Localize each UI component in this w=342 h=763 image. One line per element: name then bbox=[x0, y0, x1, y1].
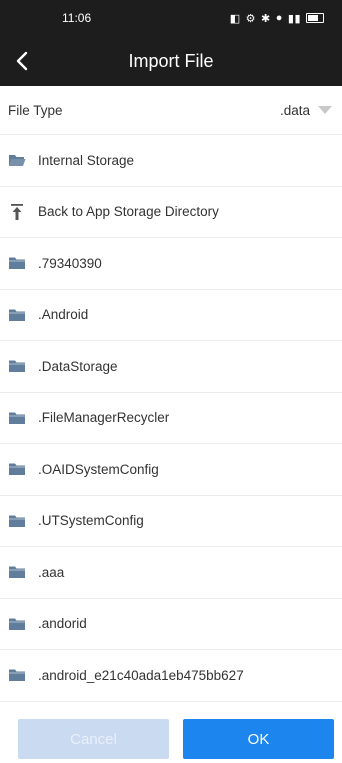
folder-list-item[interactable]: .79340390 bbox=[0, 238, 342, 290]
list-item-label: .OAIDSystemConfig bbox=[38, 461, 159, 477]
list-item-label: .DataStorage bbox=[38, 358, 118, 374]
folder-list-item[interactable]: .DataStorage bbox=[0, 341, 342, 393]
list-item-label: .UTSystemConfig bbox=[38, 513, 144, 529]
battery-icon bbox=[306, 13, 324, 23]
folder-icon bbox=[8, 359, 26, 373]
folder-list-item[interactable]: .OAIDSystemConfig bbox=[0, 444, 342, 496]
list-item-label: .79340390 bbox=[38, 255, 102, 271]
folder-open-icon bbox=[8, 153, 26, 167]
list-item-label: .aaa bbox=[38, 564, 65, 580]
arrow-up-to-top-icon bbox=[8, 203, 26, 220]
list-item-label: .andorid bbox=[38, 616, 87, 632]
folder-list-item[interactable]: .FileManagerRecycler bbox=[0, 393, 342, 444]
import-file-screen: 11:06 ◧ ⚙ ✱ ● ▮▮ Import File File Type .… bbox=[0, 0, 342, 763]
file-type-label: File Type bbox=[8, 102, 63, 118]
ok-button[interactable]: OK bbox=[183, 719, 334, 759]
folder-list-item[interactable]: .aaa bbox=[0, 547, 342, 599]
folder-list-item[interactable]: .UTSystemConfig bbox=[0, 496, 342, 547]
back-to-app-storage-item[interactable]: Back to App Storage Directory bbox=[0, 187, 342, 238]
page-title: Import File bbox=[128, 50, 214, 71]
file-type-row: File Type .data bbox=[0, 86, 342, 135]
folder-icon bbox=[8, 668, 26, 682]
cancel-button[interactable]: Cancel bbox=[18, 719, 169, 759]
settings-icon: ⚙ bbox=[245, 12, 257, 25]
folder-list-item[interactable]: Internal Storage bbox=[0, 135, 342, 187]
list-item-label: .Android bbox=[38, 307, 89, 323]
file-type-dropdown[interactable]: .data bbox=[280, 103, 332, 118]
back-arrow-icon bbox=[16, 51, 28, 71]
folder-list-item[interactable]: .Android bbox=[0, 290, 342, 341]
location-icon: ● bbox=[275, 12, 283, 24]
file-type-value: .data bbox=[279, 102, 310, 118]
folder-icon bbox=[8, 411, 26, 425]
folder-icon bbox=[8, 462, 26, 476]
status-time: 11:06 bbox=[62, 11, 92, 25]
folder-list-item[interactable]: .andorid bbox=[0, 599, 342, 650]
list-item-label: .android_e21c40ada1eb475bb627 bbox=[38, 667, 244, 683]
folder-icon bbox=[8, 514, 26, 528]
bluetooth-icon: ✱ bbox=[261, 12, 271, 25]
list-item-label: Internal Storage bbox=[38, 152, 135, 168]
status-icons: ◧ ⚙ ✱ ● ▮▮ bbox=[230, 12, 324, 25]
status-bar: 11:06 ◧ ⚙ ✱ ● ▮▮ bbox=[0, 0, 342, 36]
list-item-label: Back to App Storage Directory bbox=[38, 204, 219, 220]
list-item-label: .FileManagerRecycler bbox=[38, 410, 170, 426]
folder-icon bbox=[8, 617, 26, 631]
footer-actions: Cancel OK bbox=[0, 713, 342, 763]
title-bar: Import File bbox=[0, 36, 342, 86]
file-list: Internal Storage Back to App Storage Dire… bbox=[0, 135, 342, 702]
notification-icon: ◧ bbox=[229, 12, 241, 25]
back-button[interactable] bbox=[0, 36, 44, 86]
folder-list-item[interactable]: .android_e21c40ada1eb475bb627 bbox=[0, 650, 342, 702]
signal-icon: ▮▮ bbox=[287, 12, 301, 25]
folder-icon bbox=[8, 308, 26, 322]
dropdown-caret-icon bbox=[318, 106, 332, 114]
folder-icon bbox=[8, 256, 26, 270]
folder-icon bbox=[8, 565, 26, 579]
